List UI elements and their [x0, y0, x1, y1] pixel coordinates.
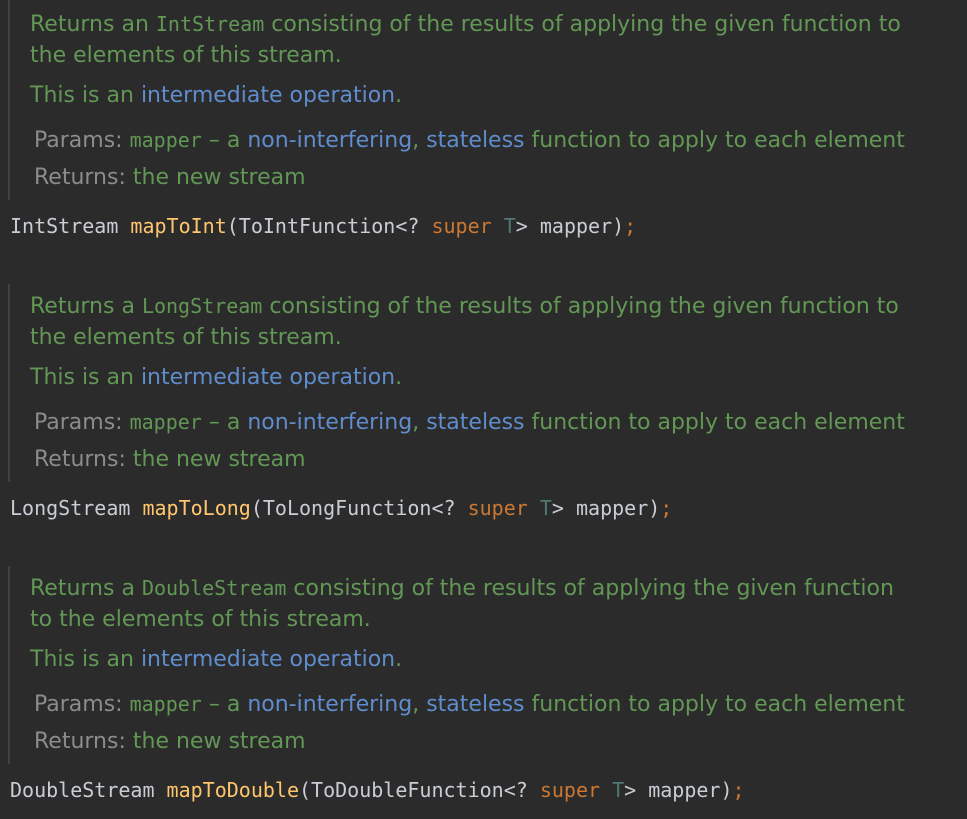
- params-label: Params:: [34, 410, 123, 435]
- semicolon: ;: [660, 496, 673, 520]
- doc-stream-type: IntStream: [155, 12, 265, 36]
- return-type: LongStream: [10, 496, 131, 520]
- paren: (: [226, 214, 239, 238]
- doc-description-line2: the elements of this stream.: [30, 325, 342, 350]
- returns-value: the new stream: [132, 729, 306, 754]
- returns-label: Returns:: [34, 729, 126, 754]
- method-name[interactable]: mapToDouble: [167, 778, 299, 802]
- doc-stream-type: DoubleStream: [141, 576, 287, 600]
- doc-text: Returns an: [30, 12, 156, 37]
- javadoc-block-maptolong: Returns a LongStream consisting of the r…: [8, 284, 963, 482]
- doc-description-line2: the elements of this stream.: [30, 43, 342, 68]
- non-interfering-link[interactable]: non-interfering: [247, 410, 412, 435]
- doc-text: Returns a: [30, 576, 142, 601]
- params-label: Params:: [34, 128, 123, 153]
- javadoc-block-maptoint: Returns an IntStream consisting of the r…: [8, 0, 963, 200]
- doc-text: ,: [412, 410, 427, 435]
- doc-stream-type: LongStream: [141, 294, 263, 318]
- doc-text: consisting of the results of applying th…: [286, 576, 894, 601]
- super-keyword: super: [539, 778, 601, 802]
- returns-value: the new stream: [132, 447, 306, 472]
- return-type: IntStream: [10, 214, 119, 238]
- doc-text: function to apply to each element: [524, 410, 905, 435]
- javadoc-block-maptodouble: Returns a DoubleStream consisting of the…: [8, 566, 963, 764]
- doc-returns-row: Returns: the new stream: [34, 446, 306, 474]
- param-type: ToIntFunction: [238, 214, 396, 238]
- intermediate-operation-link[interactable]: intermediate operation: [141, 365, 395, 390]
- param-name: mapper: [129, 692, 202, 716]
- doc-text: .: [395, 83, 403, 108]
- returns-label: Returns:: [34, 447, 126, 472]
- method-signature-maptodouble: DoubleStream mapToDouble(ToDoubleFunctio…: [10, 776, 745, 804]
- non-interfering-link[interactable]: non-interfering: [247, 128, 412, 153]
- doc-description-line1: Returns an IntStream consisting of the r…: [30, 10, 901, 39]
- doc-text: This is an: [30, 647, 141, 672]
- doc-description-line1: Returns a DoubleStream consisting of the…: [30, 574, 894, 603]
- paren: (: [250, 496, 263, 520]
- doc-text: ,: [412, 692, 427, 717]
- doc-text: function to apply to each element: [524, 692, 905, 717]
- doc-text: – a: [201, 128, 248, 153]
- params-label: Params:: [34, 692, 123, 717]
- doc-params-row: Params: mapper – a non-interfering, stat…: [34, 690, 905, 719]
- type-param: T: [539, 496, 552, 520]
- doc-returns-row: Returns: the new stream: [34, 164, 306, 192]
- doc-intermediate-note: This is an intermediate operation.: [30, 646, 402, 674]
- param-name: mapper: [129, 128, 202, 152]
- super-keyword: super: [467, 496, 528, 520]
- returns-label: Returns:: [34, 165, 126, 190]
- param-close: > mapper): [624, 778, 733, 802]
- method-signature-maptoint: IntStream mapToInt(ToIntFunction<? super…: [10, 212, 636, 240]
- returns-value: the new stream: [132, 165, 306, 190]
- doc-text: Returns a: [30, 294, 142, 319]
- wildcard: <?: [395, 214, 432, 238]
- paren: (: [299, 778, 312, 802]
- method-signature-maptolong: LongStream mapToLong(ToLongFunction<? su…: [10, 494, 672, 522]
- type-param: T: [612, 778, 625, 802]
- doc-description-line2: to the elements of this stream.: [30, 607, 371, 632]
- wildcard: <?: [503, 778, 540, 802]
- doc-text: This is an: [30, 365, 141, 390]
- method-name[interactable]: mapToLong: [142, 496, 250, 520]
- doc-text: – a: [201, 410, 248, 435]
- super-keyword: super: [431, 214, 492, 238]
- method-name[interactable]: mapToInt: [130, 214, 226, 238]
- doc-text: consisting of the results of applying th…: [264, 12, 901, 37]
- type-param: T: [503, 214, 516, 238]
- semicolon: ;: [624, 214, 637, 238]
- return-type: DoubleStream: [10, 778, 155, 802]
- param-type: ToDoubleFunction: [311, 778, 504, 802]
- stateless-link[interactable]: stateless: [426, 410, 524, 435]
- semicolon: ;: [732, 778, 745, 802]
- intermediate-operation-link[interactable]: intermediate operation: [141, 647, 395, 672]
- doc-params-row: Params: mapper – a non-interfering, stat…: [34, 126, 905, 155]
- doc-params-row: Params: mapper – a non-interfering, stat…: [34, 408, 905, 437]
- param-close: > mapper): [551, 496, 661, 520]
- doc-text: This is an: [30, 83, 141, 108]
- non-interfering-link[interactable]: non-interfering: [247, 692, 412, 717]
- stateless-link[interactable]: stateless: [426, 692, 524, 717]
- param-name: mapper: [129, 410, 202, 434]
- doc-intermediate-note: This is an intermediate operation.: [30, 364, 402, 392]
- param-type: ToLongFunction: [262, 496, 432, 520]
- stateless-link[interactable]: stateless: [426, 128, 524, 153]
- doc-text: .: [395, 365, 403, 390]
- doc-text: consisting of the results of applying th…: [262, 294, 899, 319]
- doc-text: – a: [201, 692, 248, 717]
- doc-description-line1: Returns a LongStream consisting of the r…: [30, 292, 899, 321]
- doc-text: function to apply to each element: [524, 128, 905, 153]
- intermediate-operation-link[interactable]: intermediate operation: [141, 83, 395, 108]
- wildcard: <?: [431, 496, 468, 520]
- doc-text: .: [395, 647, 403, 672]
- doc-intermediate-note: This is an intermediate operation.: [30, 82, 402, 110]
- doc-returns-row: Returns: the new stream: [34, 728, 306, 756]
- param-close: > mapper): [515, 214, 625, 238]
- doc-text: ,: [412, 128, 427, 153]
